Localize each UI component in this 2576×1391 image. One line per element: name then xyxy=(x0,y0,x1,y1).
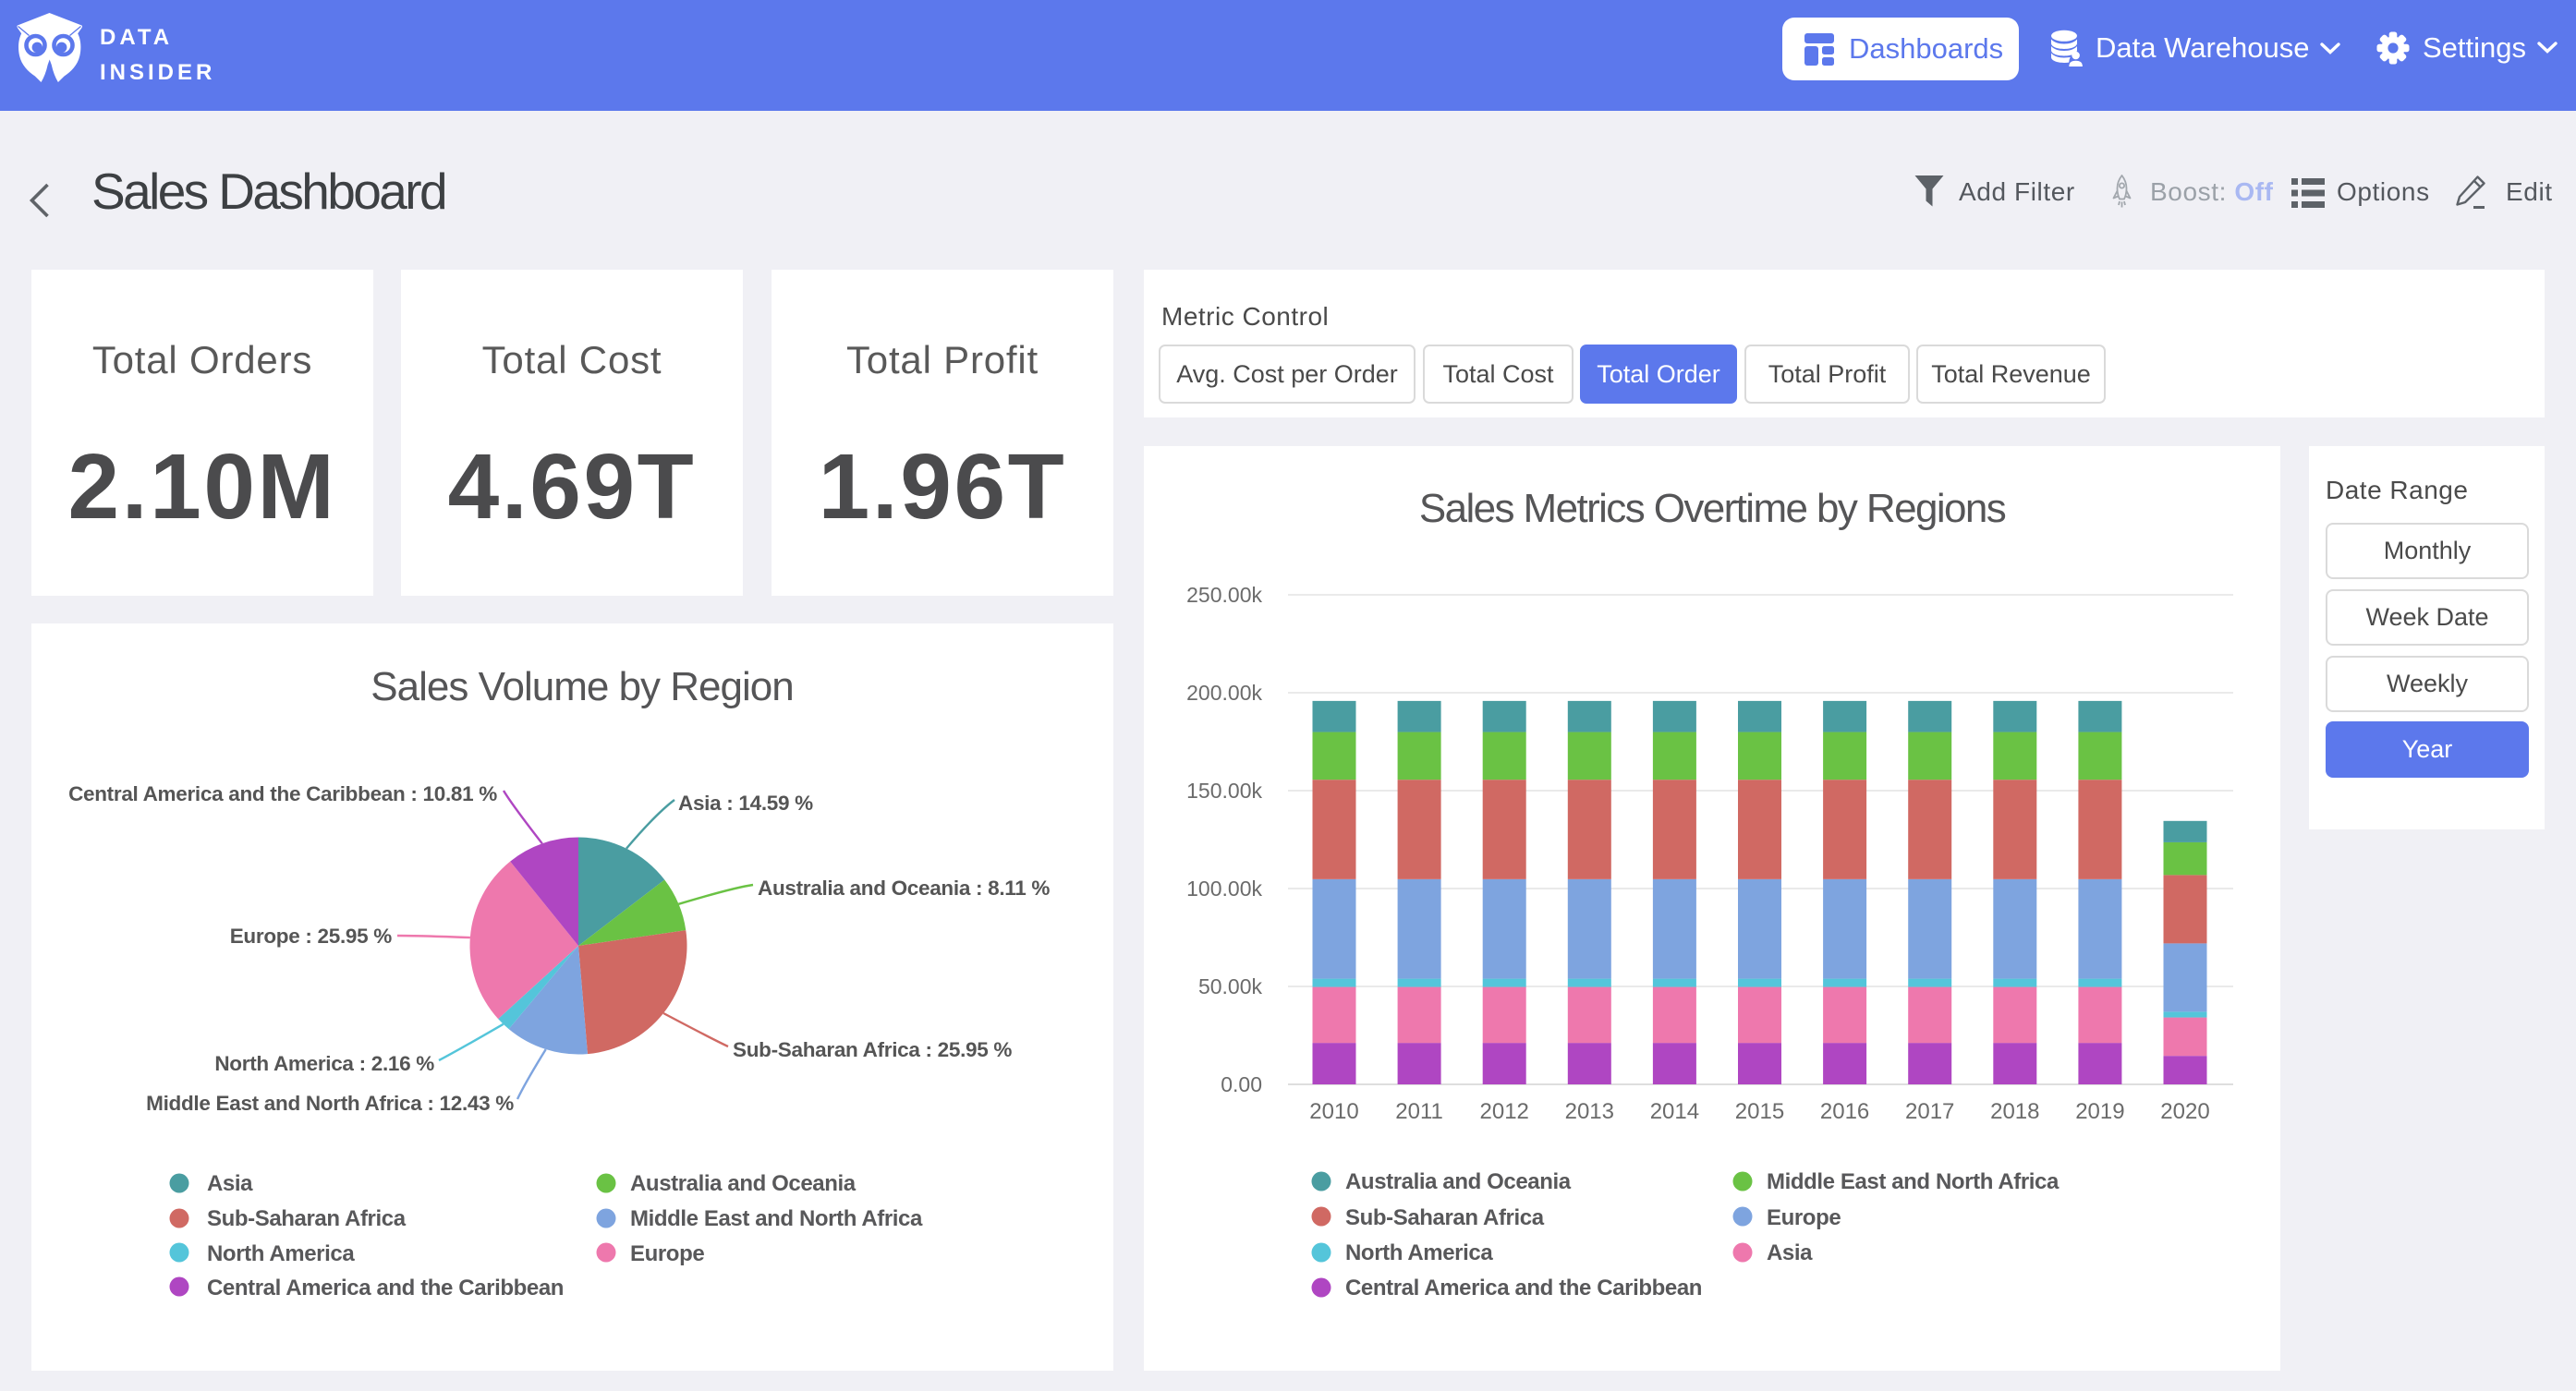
svg-text:0.00: 0.00 xyxy=(1221,1072,1262,1096)
svg-text:Central America and the Caribb: Central America and the Caribbean xyxy=(207,1276,564,1300)
svg-text:2016: 2016 xyxy=(1820,1099,1869,1124)
svg-text:50.00k: 50.00k xyxy=(1198,974,1263,998)
svg-text:Middle East and North Africa: Middle East and North Africa xyxy=(1767,1169,2060,1194)
svg-text:Sales Metrics Overtime by Regi: Sales Metrics Overtime by Regions xyxy=(1419,486,2006,531)
svg-text:Europe: Europe xyxy=(630,1241,704,1266)
svg-text:2019: 2019 xyxy=(2075,1099,2124,1124)
svg-text:North America: North America xyxy=(207,1241,355,1266)
svg-text:150.00k: 150.00k xyxy=(1186,779,1262,803)
svg-text:2018: 2018 xyxy=(1990,1099,2039,1124)
svg-text:Middle East and North Africa: Middle East and North Africa xyxy=(630,1206,923,1231)
svg-text:Sub-Saharan Africa: Sub-Saharan Africa xyxy=(1345,1205,1545,1230)
svg-text:100.00k: 100.00k xyxy=(1186,877,1262,901)
svg-text:Central America and the Caribb: Central America and the Caribbean : 10.8… xyxy=(68,782,497,805)
svg-text:Asia: Asia xyxy=(207,1171,253,1196)
svg-text:Australia and Oceania: Australia and Oceania xyxy=(1345,1169,1572,1194)
svg-text:Europe: Europe xyxy=(1767,1205,1841,1230)
svg-text:Europe : 25.95 %: Europe : 25.95 % xyxy=(230,925,393,948)
svg-text:Middle East and North Africa :: Middle East and North Africa : 12.43 % xyxy=(146,1092,514,1115)
svg-text:North America : 2.16 %: North America : 2.16 % xyxy=(214,1052,434,1075)
svg-text:2017: 2017 xyxy=(1905,1099,1954,1124)
svg-text:250.00k: 250.00k xyxy=(1186,583,1262,607)
svg-text:2013: 2013 xyxy=(1565,1099,1614,1124)
svg-text:Sales Volume by Region: Sales Volume by Region xyxy=(371,664,793,709)
svg-text:2014: 2014 xyxy=(1650,1099,1699,1124)
svg-text:2015: 2015 xyxy=(1735,1099,1784,1124)
svg-text:Sub-Saharan Africa: Sub-Saharan Africa xyxy=(207,1206,407,1231)
svg-text:Sub-Saharan Africa : 25.95 %: Sub-Saharan Africa : 25.95 % xyxy=(733,1038,1012,1061)
svg-text:200.00k: 200.00k xyxy=(1186,681,1262,705)
svg-text:Australia and Oceania : 8.11 %: Australia and Oceania : 8.11 % xyxy=(758,877,1050,900)
svg-text:Asia : 14.59 %: Asia : 14.59 % xyxy=(678,792,813,815)
svg-text:2011: 2011 xyxy=(1395,1099,1443,1124)
svg-text:Asia: Asia xyxy=(1767,1240,1813,1265)
svg-text:2010: 2010 xyxy=(1309,1099,1358,1124)
svg-text:Central America and the Caribb: Central America and the Caribbean xyxy=(1345,1276,1702,1300)
svg-text:2020: 2020 xyxy=(2160,1099,2209,1124)
svg-text:Australia and Oceania: Australia and Oceania xyxy=(630,1171,857,1196)
svg-text:North America: North America xyxy=(1345,1240,1493,1265)
svg-text:2012: 2012 xyxy=(1480,1099,1529,1124)
